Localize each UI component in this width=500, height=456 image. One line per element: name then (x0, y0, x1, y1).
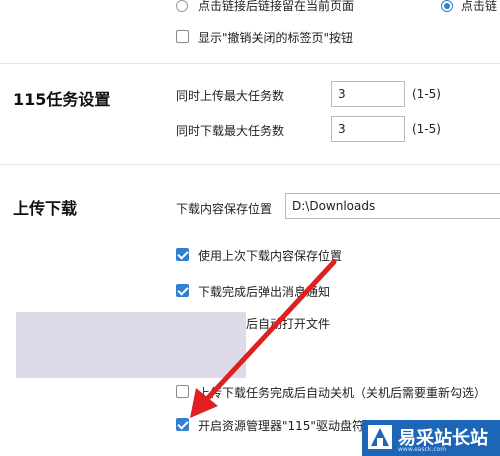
watermark-logo-icon (368, 425, 392, 449)
watermark-sub: www.easck.com (398, 446, 447, 453)
annotation-arrow (190, 259, 337, 418)
